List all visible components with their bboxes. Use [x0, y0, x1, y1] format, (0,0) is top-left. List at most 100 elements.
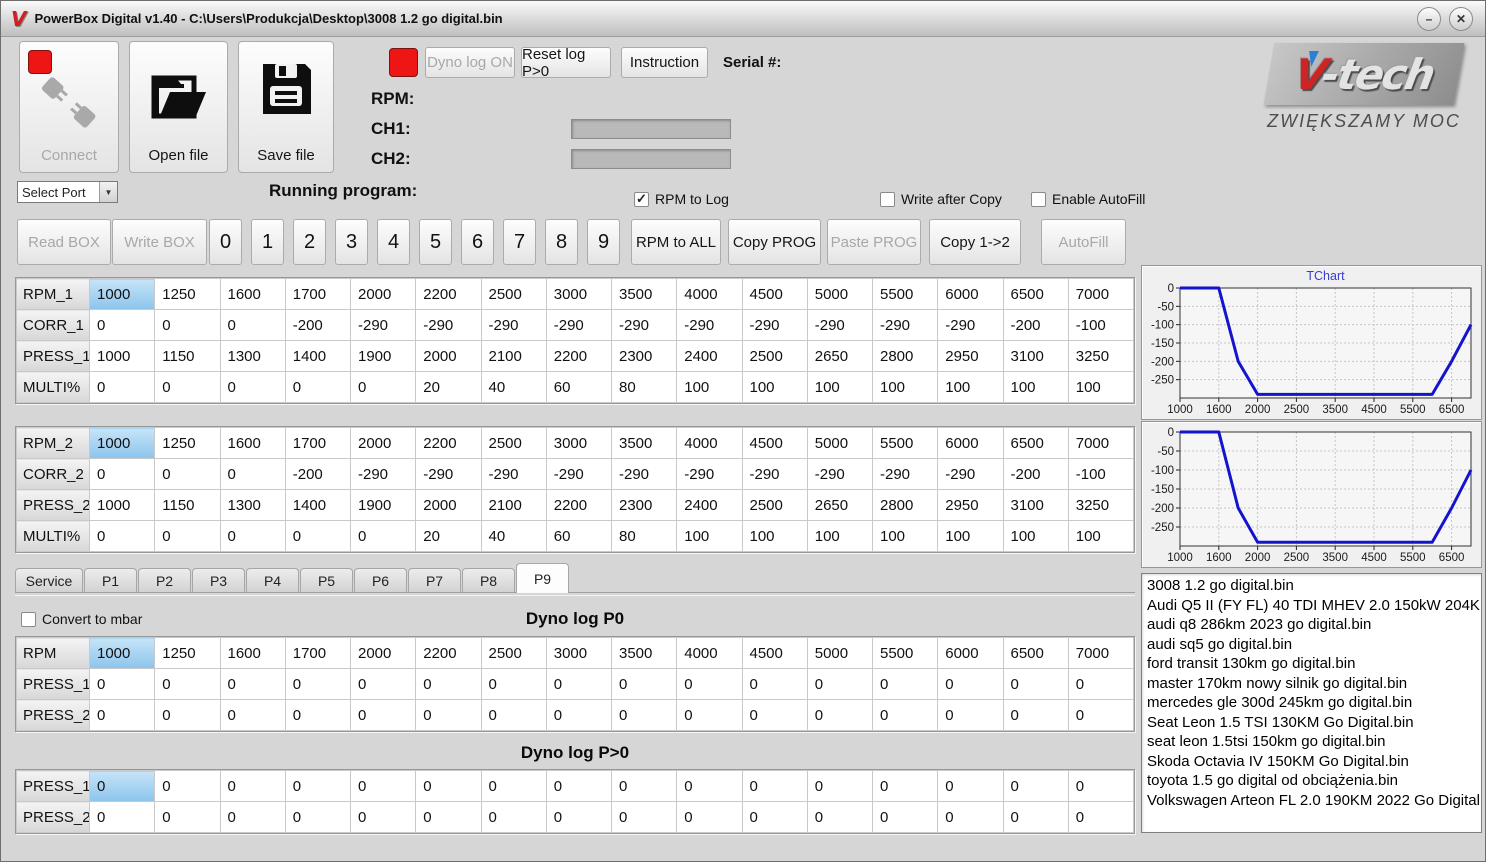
- table-cell[interactable]: 0: [154, 371, 221, 403]
- connect-button[interactable]: Connect: [19, 41, 119, 173]
- table-cell[interactable]: 5000: [806, 637, 874, 669]
- table-cell[interactable]: 0: [676, 699, 743, 731]
- table-cell[interactable]: 100: [676, 371, 743, 403]
- table-cell[interactable]: -100: [1067, 309, 1135, 341]
- table-cell[interactable]: 0: [284, 801, 352, 833]
- write-after-copy-checkbox[interactable]: Write after Copy: [880, 191, 1002, 207]
- table-cell[interactable]: 3000: [545, 427, 613, 459]
- table-cell[interactable]: 0: [88, 458, 156, 490]
- table-cell[interactable]: 0: [676, 770, 743, 802]
- table-cell[interactable]: 0: [480, 699, 547, 731]
- table-cell[interactable]: 0: [741, 770, 808, 802]
- table-cell[interactable]: 0: [88, 309, 156, 341]
- table-cell[interactable]: 0: [219, 309, 286, 341]
- table-cell[interactable]: 1250: [154, 427, 221, 459]
- table-cell[interactable]: 2500: [480, 278, 547, 310]
- file-list-item-toyota-1-5-go-digital-od[interactable]: toyota 1.5 go digital od obciążenia.bin: [1147, 771, 1481, 791]
- close-button[interactable]: ✕: [1449, 6, 1473, 31]
- table-cell[interactable]: 0: [676, 668, 743, 700]
- table-cell[interactable]: 0: [88, 699, 156, 731]
- table-cell[interactable]: 0: [1002, 801, 1069, 833]
- table-cell[interactable]: 0: [219, 520, 286, 552]
- table-cell[interactable]: 0: [806, 801, 874, 833]
- file-list-item-seat-leon-1-5-tsi-130km-[interactable]: Seat Leon 1.5 TSI 130KM Go Digital.bin: [1147, 713, 1481, 733]
- rpm-to-all-button[interactable]: RPM to ALL: [631, 219, 721, 265]
- table-cell[interactable]: 0: [219, 801, 286, 833]
- table-cell[interactable]: 100: [741, 371, 808, 403]
- table-cell[interactable]: 0: [154, 309, 221, 341]
- table-cell[interactable]: 7000: [1067, 637, 1135, 669]
- table-cell[interactable]: 1600: [219, 637, 286, 669]
- table-cell[interactable]: 0: [284, 668, 352, 700]
- table-cell[interactable]: -290: [480, 309, 547, 341]
- table-cell[interactable]: 6500: [1002, 637, 1069, 669]
- file-list-item-master-170km-nowy-silnik[interactable]: master 170km nowy silnik go digital.bin: [1147, 674, 1481, 694]
- program-digit-button-7[interactable]: 7: [503, 219, 536, 265]
- program-tab-service[interactable]: Service: [15, 568, 83, 593]
- table-cell[interactable]: 2100: [480, 489, 547, 521]
- table-cell[interactable]: 0: [284, 520, 352, 552]
- table-cell[interactable]: 1700: [284, 427, 352, 459]
- file-list-item-audi-q8-286km-2023-go-di[interactable]: audi q8 286km 2023 go digital.bin: [1147, 615, 1481, 635]
- table-cell[interactable]: 100: [806, 371, 874, 403]
- table-cell[interactable]: 1700: [284, 278, 352, 310]
- table-cell[interactable]: 3500: [610, 427, 678, 459]
- table-cell[interactable]: -290: [741, 309, 808, 341]
- table-cell[interactable]: 0: [610, 668, 678, 700]
- table-cell[interactable]: 4500: [741, 427, 808, 459]
- table-cell[interactable]: 80: [610, 371, 678, 403]
- table-cell[interactable]: 0: [349, 520, 417, 552]
- table-cell[interactable]: -200: [1002, 458, 1069, 490]
- table-cell[interactable]: 0: [871, 801, 939, 833]
- table-cell[interactable]: -200: [284, 458, 352, 490]
- file-list[interactable]: 3008 1.2 go digital.bin Audi Q5 II (FY FL…: [1141, 573, 1482, 833]
- table-cell[interactable]: 1000: [88, 489, 156, 521]
- copy-1-to-2-button[interactable]: Copy 1->2: [929, 219, 1021, 265]
- table-cell[interactable]: 0: [871, 699, 939, 731]
- table-cell[interactable]: 2000: [349, 278, 417, 310]
- copy-prog-button[interactable]: Copy PROG: [728, 219, 821, 265]
- table-cell[interactable]: 1000: [88, 340, 156, 372]
- table-cell[interactable]: 2500: [741, 340, 808, 372]
- table-cell[interactable]: 0: [415, 668, 482, 700]
- table-cell[interactable]: 2400: [676, 340, 743, 372]
- table-cell[interactable]: 0: [219, 668, 286, 700]
- table-cell[interactable]: 1300: [219, 489, 286, 521]
- table-cell[interactable]: 100: [937, 371, 1004, 403]
- table-cell[interactable]: 0: [1002, 699, 1069, 731]
- table-cell[interactable]: 2100: [480, 340, 547, 372]
- file-list-item-skoda-octavia-iv-150km-g[interactable]: Skoda Octavia IV 150KM Go Digital.bin: [1147, 752, 1481, 772]
- table-cell[interactable]: 0: [480, 668, 547, 700]
- minimize-button[interactable]: –: [1417, 6, 1441, 31]
- table-cell[interactable]: 3250: [1067, 340, 1135, 372]
- table-cell[interactable]: -290: [610, 458, 678, 490]
- table-cell[interactable]: -290: [937, 309, 1004, 341]
- table-cell[interactable]: 4500: [741, 637, 808, 669]
- table-cell[interactable]: 3500: [610, 278, 678, 310]
- table-cell[interactable]: 100: [871, 520, 939, 552]
- table-cell[interactable]: 1250: [154, 278, 221, 310]
- table-cell[interactable]: 2000: [415, 340, 482, 372]
- table-cell[interactable]: 2000: [349, 427, 417, 459]
- table-cell[interactable]: 4500: [741, 278, 808, 310]
- table-cell[interactable]: 1250: [154, 637, 221, 669]
- table-cell[interactable]: 0: [610, 801, 678, 833]
- table-cell[interactable]: 2650: [806, 340, 874, 372]
- table-cell[interactable]: 2950: [937, 340, 1004, 372]
- table-cell[interactable]: 2800: [871, 340, 939, 372]
- table-cell[interactable]: 0: [545, 770, 613, 802]
- table-cell[interactable]: 0: [741, 668, 808, 700]
- file-list-item-audi-q5-ii-fy-fl-40-tdi-[interactable]: Audi Q5 II (FY FL) 40 TDI MHEV 2.0 150kW…: [1147, 596, 1481, 616]
- table-cell[interactable]: 5500: [871, 637, 939, 669]
- file-list-item-audi-sq5-go-digital-bin[interactable]: audi sq5 go digital.bin: [1147, 635, 1481, 655]
- table-cell[interactable]: 0: [545, 699, 613, 731]
- table-cell[interactable]: 0: [937, 770, 1004, 802]
- table-cell[interactable]: 0: [284, 371, 352, 403]
- table-cell[interactable]: 6500: [1002, 278, 1069, 310]
- table-cell[interactable]: 1600: [219, 278, 286, 310]
- table-cell[interactable]: 4000: [676, 637, 743, 669]
- program-digit-button-6[interactable]: 6: [461, 219, 494, 265]
- program-digit-button-3[interactable]: 3: [335, 219, 368, 265]
- table-cell[interactable]: 1000: [88, 427, 156, 459]
- table-cell[interactable]: 100: [1067, 520, 1135, 552]
